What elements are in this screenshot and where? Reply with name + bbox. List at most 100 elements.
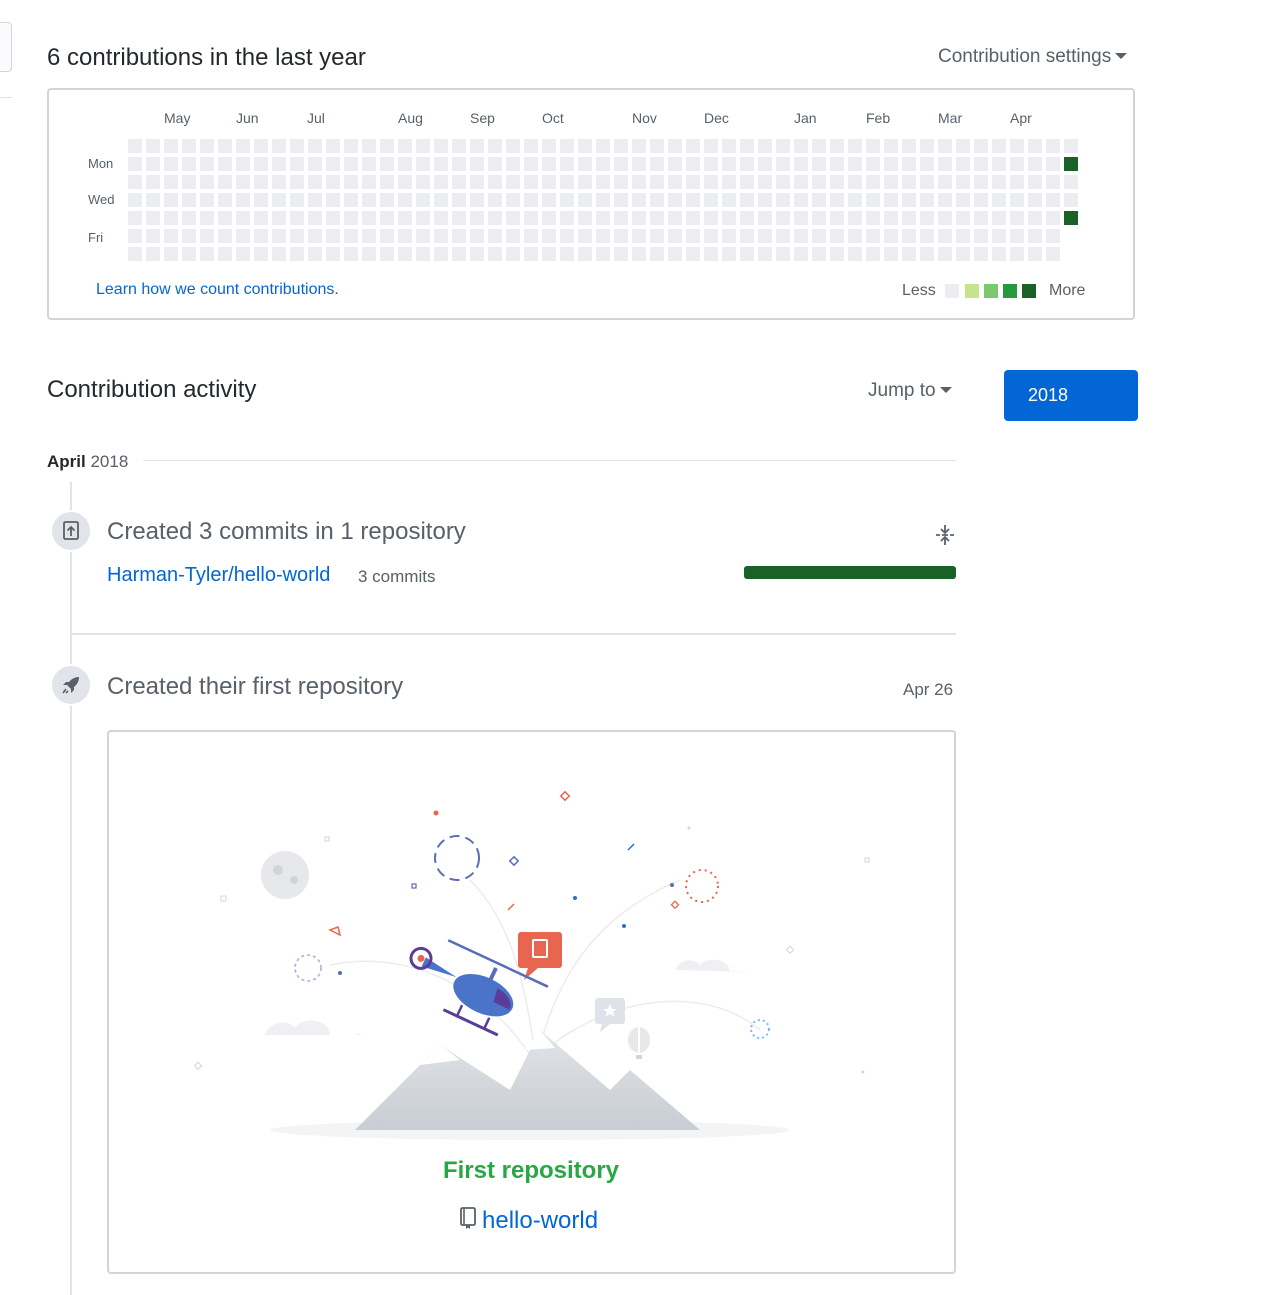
contribution-day[interactable]	[884, 247, 898, 261]
contribution-day[interactable]	[668, 157, 682, 171]
contribution-day[interactable]	[866, 175, 880, 189]
contribution-day[interactable]	[128, 157, 142, 171]
contribution-day[interactable]	[452, 247, 466, 261]
learn-contributions-link[interactable]: Learn how we count contributions.	[96, 281, 339, 299]
contribution-day[interactable]	[830, 247, 844, 261]
contribution-day[interactable]	[1010, 193, 1024, 207]
contribution-day[interactable]	[200, 211, 214, 225]
contribution-day[interactable]	[1010, 229, 1024, 243]
contribution-day[interactable]	[614, 193, 628, 207]
contribution-day[interactable]	[236, 139, 250, 153]
contribution-day[interactable]	[884, 211, 898, 225]
contribution-day[interactable]	[200, 139, 214, 153]
contribution-day[interactable]	[722, 139, 736, 153]
contribution-day[interactable]	[956, 229, 970, 243]
contribution-day[interactable]	[776, 229, 790, 243]
contribution-day[interactable]	[488, 193, 502, 207]
contribution-day[interactable]	[182, 229, 196, 243]
contribution-day[interactable]	[344, 193, 358, 207]
contribution-day[interactable]	[488, 247, 502, 261]
contribution-day[interactable]	[524, 157, 538, 171]
contribution-day[interactable]	[1046, 157, 1060, 171]
contribution-day[interactable]	[452, 139, 466, 153]
contribution-day[interactable]	[740, 175, 754, 189]
contribution-day[interactable]	[524, 229, 538, 243]
contribution-day[interactable]	[1064, 211, 1078, 225]
contribution-day[interactable]	[992, 175, 1006, 189]
contribution-day[interactable]	[974, 247, 988, 261]
contribution-day[interactable]	[200, 175, 214, 189]
contribution-day[interactable]	[578, 229, 592, 243]
contribution-day[interactable]	[992, 139, 1006, 153]
contribution-day[interactable]	[452, 211, 466, 225]
contribution-day[interactable]	[758, 229, 772, 243]
contribution-day[interactable]	[938, 175, 952, 189]
contribution-day[interactable]	[452, 175, 466, 189]
contribution-day[interactable]	[506, 193, 520, 207]
contribution-day[interactable]	[200, 193, 214, 207]
contribution-day[interactable]	[596, 247, 610, 261]
contribution-day[interactable]	[128, 211, 142, 225]
contribution-day[interactable]	[434, 139, 448, 153]
contribution-settings-dropdown[interactable]: Contribution settings	[938, 46, 1128, 68]
contribution-day[interactable]	[542, 157, 556, 171]
contribution-day[interactable]	[308, 157, 322, 171]
contribution-day[interactable]	[614, 247, 628, 261]
contribution-day[interactable]	[596, 157, 610, 171]
contribution-day[interactable]	[1028, 229, 1042, 243]
contribution-day[interactable]	[164, 139, 178, 153]
contribution-day[interactable]	[776, 193, 790, 207]
contribution-day[interactable]	[686, 139, 700, 153]
contribution-day[interactable]	[902, 211, 916, 225]
contribution-day[interactable]	[938, 193, 952, 207]
contribution-day[interactable]	[938, 157, 952, 171]
contribution-day[interactable]	[956, 175, 970, 189]
contribution-day[interactable]	[596, 229, 610, 243]
contribution-day[interactable]	[812, 157, 826, 171]
contribution-day[interactable]	[146, 139, 160, 153]
contribution-day[interactable]	[830, 229, 844, 243]
contribution-day[interactable]	[128, 175, 142, 189]
contribution-day[interactable]	[272, 157, 286, 171]
contribution-day[interactable]	[470, 139, 484, 153]
contribution-day[interactable]	[902, 229, 916, 243]
contribution-day[interactable]	[1064, 139, 1078, 153]
contribution-day[interactable]	[956, 139, 970, 153]
contribution-day[interactable]	[812, 247, 826, 261]
contribution-day[interactable]	[218, 211, 232, 225]
contribution-day[interactable]	[290, 175, 304, 189]
contribution-day[interactable]	[164, 157, 178, 171]
contribution-day[interactable]	[632, 211, 646, 225]
contribution-day[interactable]	[614, 229, 628, 243]
hello-world-repo-link[interactable]: hello-world	[458, 1205, 598, 1236]
contribution-day[interactable]	[722, 211, 736, 225]
contribution-day[interactable]	[704, 139, 718, 153]
contribution-day[interactable]	[326, 247, 340, 261]
contribution-day[interactable]	[866, 211, 880, 225]
contribution-day[interactable]	[470, 247, 484, 261]
contribution-day[interactable]	[344, 247, 358, 261]
fold-icon[interactable]	[933, 523, 957, 552]
contribution-day[interactable]	[704, 229, 718, 243]
contribution-day[interactable]	[1046, 229, 1060, 243]
contribution-day[interactable]	[146, 157, 160, 171]
contribution-day[interactable]	[380, 139, 394, 153]
contribution-day[interactable]	[254, 247, 268, 261]
contribution-day[interactable]	[506, 247, 520, 261]
contribution-day[interactable]	[416, 157, 430, 171]
contribution-day[interactable]	[542, 193, 556, 207]
contribution-day[interactable]	[758, 247, 772, 261]
contribution-day[interactable]	[128, 139, 142, 153]
contribution-day[interactable]	[776, 211, 790, 225]
contribution-day[interactable]	[542, 175, 556, 189]
contribution-day[interactable]	[362, 193, 376, 207]
contribution-day[interactable]	[596, 175, 610, 189]
contribution-day[interactable]	[524, 247, 538, 261]
contribution-day[interactable]	[578, 211, 592, 225]
contribution-day[interactable]	[722, 229, 736, 243]
contribution-day[interactable]	[434, 175, 448, 189]
contribution-day[interactable]	[272, 211, 286, 225]
contribution-day[interactable]	[560, 211, 574, 225]
contribution-day[interactable]	[1028, 193, 1042, 207]
contribution-day[interactable]	[920, 211, 934, 225]
